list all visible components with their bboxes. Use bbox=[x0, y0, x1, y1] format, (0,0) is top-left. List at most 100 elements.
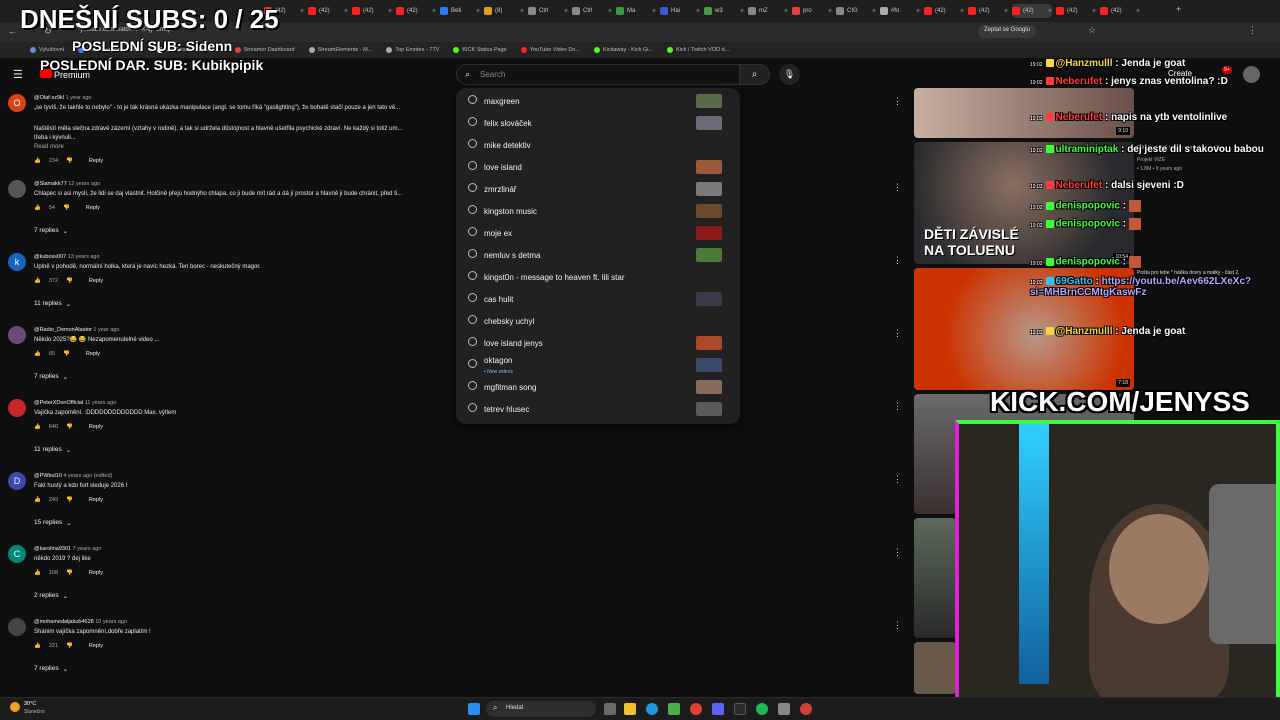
view-replies-button[interactable]: 11 replies ⌄ bbox=[34, 300, 71, 308]
avatar[interactable]: k bbox=[8, 253, 26, 271]
star-icon[interactable]: ☆ bbox=[1088, 25, 1096, 36]
view-replies-button[interactable]: 7 replies ⌄ bbox=[34, 665, 68, 673]
suggestion-thumbnail[interactable] bbox=[696, 160, 722, 174]
close-tab-icon[interactable]: × bbox=[828, 8, 832, 15]
like-icon[interactable]: 👍 bbox=[34, 351, 41, 357]
browser-tab[interactable]: mZ × bbox=[748, 4, 788, 18]
suggestion-thumbnail[interactable] bbox=[696, 292, 722, 306]
task-view-icon[interactable] bbox=[604, 703, 616, 715]
author-name[interactable]: @mohamedaljakub4628 bbox=[34, 619, 94, 625]
browser-tab[interactable]: (42) × bbox=[308, 4, 348, 18]
close-tab-icon[interactable]: × bbox=[652, 8, 656, 15]
edge-icon[interactable] bbox=[646, 703, 658, 715]
search-suggestion[interactable]: kingst0n - message to heaven ft. lili st… bbox=[456, 266, 740, 288]
close-tab-icon[interactable]: × bbox=[1092, 8, 1096, 15]
comment-author[interactable]: @PWbul10 4 years ago (edited) bbox=[34, 473, 112, 479]
dislike-icon[interactable]: 👎 bbox=[66, 570, 73, 576]
close-tab-icon[interactable]: × bbox=[388, 8, 392, 15]
search-suggestion[interactable]: love island jenys bbox=[456, 332, 740, 354]
like-icon[interactable]: 👍 bbox=[34, 643, 41, 649]
avatar[interactable] bbox=[8, 180, 26, 198]
search-suggestion[interactable]: nemluv s detma bbox=[456, 244, 740, 266]
suggestion-thumbnail[interactable] bbox=[696, 336, 722, 350]
like-icon[interactable]: 👍 bbox=[34, 158, 41, 164]
avatar[interactable]: C bbox=[8, 545, 26, 563]
dislike-icon[interactable]: 👎 bbox=[63, 205, 70, 211]
close-tab-icon[interactable]: × bbox=[432, 8, 436, 15]
comment-menu-icon[interactable]: ⋮ bbox=[893, 96, 902, 107]
dislike-icon[interactable]: 👎 bbox=[66, 278, 73, 284]
read-more-link[interactable]: Read more bbox=[34, 143, 464, 152]
dislike-icon[interactable]: 👎 bbox=[63, 351, 70, 357]
browser-tab[interactable]: (42) × bbox=[968, 4, 1008, 18]
browser-tab[interactable]: pro × bbox=[792, 4, 832, 18]
close-tab-icon[interactable]: × bbox=[520, 8, 524, 15]
app-icon[interactable] bbox=[668, 703, 680, 715]
suggestion-thumbnail[interactable] bbox=[696, 182, 722, 196]
comment-author[interactable]: @Radio_DemonAlastor 1 year ago bbox=[34, 327, 119, 333]
like-icon[interactable]: 👍 bbox=[34, 424, 41, 430]
bookmark-item[interactable]: Vyluštovní bbox=[30, 47, 64, 53]
bookmark-item[interactable]: KICK Status Page bbox=[453, 47, 507, 53]
search-suggestion[interactable]: chebsky uchyl bbox=[456, 310, 740, 332]
spotify-icon[interactable] bbox=[756, 703, 768, 715]
avatar[interactable]: O bbox=[8, 94, 26, 112]
dislike-icon[interactable]: 👎 bbox=[66, 424, 73, 430]
search-suggestion[interactable]: cas hulit bbox=[456, 288, 740, 310]
hamburger-menu-icon[interactable]: ☰ bbox=[13, 68, 23, 81]
video-thumbnail[interactable] bbox=[914, 518, 956, 638]
discord-icon[interactable] bbox=[712, 703, 724, 715]
browser-tab[interactable]: (42) × bbox=[1012, 4, 1052, 18]
browser-tab[interactable]: (42) × bbox=[1100, 4, 1140, 18]
reply-button[interactable]: Reply bbox=[86, 205, 100, 211]
bookmark-item[interactable]: Top Emotes - 7TV bbox=[386, 47, 439, 53]
view-replies-button[interactable]: 2 replies ⌄ bbox=[34, 592, 68, 600]
browser-tab[interactable]: (42) × bbox=[924, 4, 964, 18]
browser-tab[interactable]: Ctrl × bbox=[528, 4, 568, 18]
author-name[interactable]: @Radio_DemonAlastor bbox=[34, 327, 92, 333]
suggestion-thumbnail[interactable] bbox=[696, 358, 722, 372]
author-name[interactable]: @PWbul10 bbox=[34, 473, 62, 479]
search-suggestion[interactable]: love island bbox=[456, 156, 740, 178]
like-icon[interactable]: 👍 bbox=[34, 278, 41, 284]
close-tab-icon[interactable]: × bbox=[916, 8, 920, 15]
reply-button[interactable]: Reply bbox=[89, 158, 103, 164]
comment-menu-icon[interactable]: ⋮ bbox=[893, 620, 902, 631]
like-icon[interactable]: 👍 bbox=[34, 570, 41, 576]
weather-icon[interactable] bbox=[10, 702, 20, 712]
suggestion-thumbnail[interactable] bbox=[696, 402, 722, 416]
suggestion-thumbnail[interactable] bbox=[696, 380, 722, 394]
comment-author[interactable]: @PeterXDonOfficial 11 years ago bbox=[34, 400, 116, 406]
author-name[interactable]: @Olaf-xz9kl bbox=[34, 95, 64, 101]
close-tab-icon[interactable]: × bbox=[476, 8, 480, 15]
close-tab-icon[interactable]: × bbox=[696, 8, 700, 15]
view-replies-button[interactable]: 7 replies ⌄ bbox=[34, 373, 68, 381]
close-tab-icon[interactable]: × bbox=[344, 8, 348, 15]
bookmark-item[interactable]: StreamElements - M... bbox=[308, 47, 372, 53]
browser-tab[interactable]: #fo × bbox=[880, 4, 920, 18]
author-name[interactable]: @karolina9301 bbox=[34, 546, 71, 552]
comment-menu-icon[interactable]: ⋮ bbox=[893, 547, 902, 558]
close-tab-icon[interactable]: × bbox=[300, 8, 304, 15]
author-name[interactable]: @kuboss007 bbox=[34, 254, 66, 260]
suggestion-thumbnail[interactable] bbox=[696, 248, 722, 262]
bookmark-item[interactable]: Kickaway - Kick Gi... bbox=[593, 47, 653, 53]
comment-menu-icon[interactable]: ⋮ bbox=[893, 328, 902, 339]
obs-icon[interactable] bbox=[734, 703, 746, 715]
menu-dots-icon[interactable]: ⋮ bbox=[1248, 25, 1257, 36]
taskbar-search[interactable]: ⌕ Hledat bbox=[486, 701, 596, 717]
windows-start-icon[interactable] bbox=[468, 703, 480, 715]
new-tab-icon[interactable]: + bbox=[1176, 4, 1181, 14]
bookmark-item[interactable]: Streamer Dashboard bbox=[234, 47, 295, 53]
like-icon[interactable]: 👍 bbox=[34, 497, 41, 503]
browser-tab[interactable]: (8) × bbox=[484, 4, 524, 18]
reply-button[interactable]: Reply bbox=[89, 643, 103, 649]
avatar[interactable]: D bbox=[8, 472, 26, 490]
search-suggestion[interactable]: oktagon • New videos bbox=[456, 354, 740, 376]
dislike-icon[interactable]: 👎 bbox=[66, 158, 73, 164]
reply-button[interactable]: Reply bbox=[89, 424, 103, 430]
dislike-icon[interactable]: 👎 bbox=[66, 643, 73, 649]
comment-author[interactable]: @Slamakk77 12 years ago bbox=[34, 181, 100, 187]
comment-author[interactable]: @kuboss007 13 years ago bbox=[34, 254, 100, 260]
browser-tab[interactable]: Ma × bbox=[616, 4, 656, 18]
